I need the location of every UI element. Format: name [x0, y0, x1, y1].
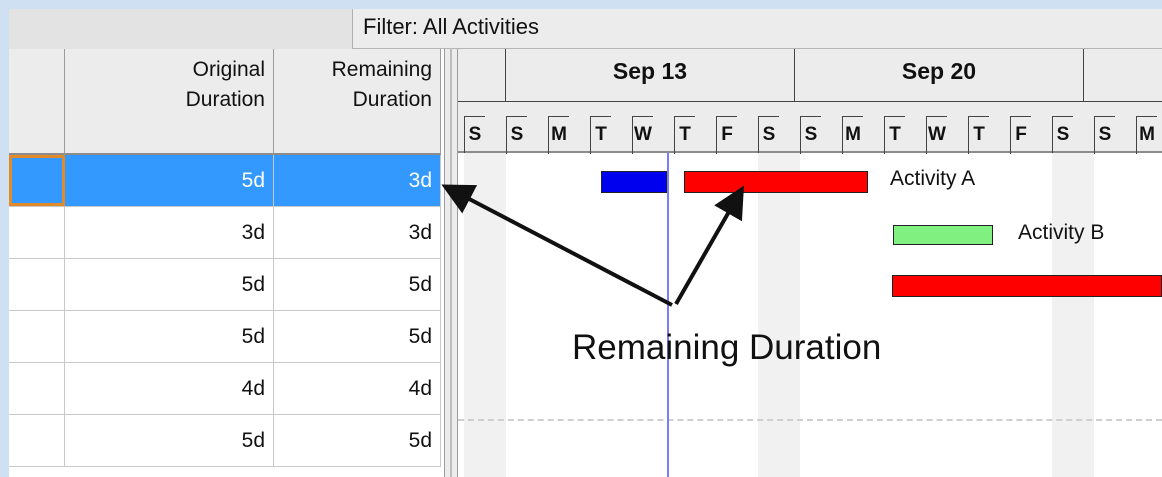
- column-header-original-line2: Duration: [185, 88, 265, 111]
- day-label: S: [464, 116, 485, 154]
- timescale-week-partial: [458, 49, 506, 101]
- row-divider-dashed: [458, 419, 1162, 421]
- gantt-chart[interactable]: Sep 13 Sep 20 S S M T W T F S S M T W T …: [458, 49, 1162, 477]
- table-row[interactable]: 4d 4d: [9, 363, 441, 415]
- row-id-cell[interactable]: [9, 207, 65, 258]
- activity-table: Original Duration Remaining Duration 5d …: [9, 49, 444, 477]
- column-header-remaining-line2: Duration: [352, 88, 432, 111]
- filter-label[interactable]: Filter: All Activities: [363, 14, 539, 40]
- column-header-id[interactable]: [9, 49, 65, 155]
- original-duration-cell[interactable]: 5d: [65, 415, 274, 466]
- row-id-cell[interactable]: [9, 363, 65, 414]
- column-header-remaining-line1: Remaining: [331, 58, 432, 81]
- timescale-week: Sep 13: [506, 49, 795, 101]
- row-id-cell[interactable]: [9, 259, 65, 310]
- row-id-cell[interactable]: [9, 155, 65, 206]
- remaining-duration-cell[interactable]: 5d: [274, 415, 441, 466]
- day-label: M: [548, 116, 569, 154]
- remaining-duration-cell[interactable]: 5d: [274, 311, 441, 362]
- filter-bar-left-pane: [9, 9, 353, 49]
- day-label: W: [632, 116, 653, 154]
- day-label: S: [1094, 116, 1115, 154]
- original-duration-cell[interactable]: 5d: [65, 155, 274, 206]
- day-label: F: [716, 116, 737, 154]
- day-label: W: [926, 116, 947, 154]
- day-label: S: [758, 116, 779, 154]
- table-row[interactable]: 5d 3d: [9, 155, 441, 207]
- original-duration-cell[interactable]: 5d: [65, 259, 274, 310]
- row-id-cell[interactable]: [9, 311, 65, 362]
- original-duration-cell[interactable]: 4d: [65, 363, 274, 414]
- remaining-duration-cell[interactable]: 3d: [274, 207, 441, 258]
- day-label: T: [968, 116, 989, 154]
- day-label: T: [674, 116, 695, 154]
- day-label: S: [506, 116, 527, 154]
- activity-b-bar[interactable]: [893, 225, 993, 245]
- original-duration-cell[interactable]: 5d: [65, 311, 274, 362]
- activity-c-bar[interactable]: [892, 275, 1162, 297]
- original-duration-cell[interactable]: 3d: [65, 207, 274, 258]
- timescale-header: Sep 13 Sep 20 S S M T W T F S S M T W T …: [458, 49, 1162, 154]
- day-label: T: [884, 116, 905, 154]
- weekend-shading: [464, 153, 506, 477]
- day-label: T: [590, 116, 611, 154]
- column-header-original-duration[interactable]: Original Duration: [65, 49, 274, 155]
- table-row[interactable]: 5d 5d: [9, 415, 441, 467]
- day-label: M: [842, 116, 863, 154]
- remaining-duration-cell[interactable]: 4d: [274, 363, 441, 414]
- weekend-shading: [758, 153, 800, 477]
- day-label: S: [1052, 116, 1073, 154]
- timescale-week-partial: [1084, 49, 1162, 101]
- day-label: F: [1010, 116, 1031, 154]
- column-header-remaining-duration[interactable]: Remaining Duration: [274, 49, 441, 155]
- activity-a-actual-bar[interactable]: [601, 171, 667, 193]
- timescale-days: S S M T W T F S S M T W T F S S M: [458, 101, 1162, 154]
- day-label: S: [800, 116, 821, 154]
- table-row[interactable]: 5d 5d: [9, 311, 441, 363]
- table-row[interactable]: 5d 5d: [9, 259, 441, 311]
- column-header-original-line1: Original: [192, 58, 265, 81]
- remaining-duration-cell[interactable]: 3d: [274, 155, 441, 206]
- remaining-duration-cell[interactable]: 5d: [274, 259, 441, 310]
- table-row[interactable]: 3d 3d: [9, 207, 441, 259]
- callout-label: Remaining Duration: [572, 328, 882, 367]
- filter-bar: Filter: All Activities: [9, 9, 1162, 49]
- timescale-week: Sep 20: [795, 49, 1084, 101]
- pane-splitter[interactable]: [444, 49, 458, 477]
- day-label: M: [1136, 116, 1157, 154]
- activity-a-remaining-bar[interactable]: [684, 171, 868, 193]
- data-date-line: [667, 153, 669, 477]
- row-id-cell[interactable]: [9, 415, 65, 466]
- activity-b-label: Activity B: [1018, 221, 1105, 244]
- activity-a-label: Activity A: [890, 167, 976, 190]
- weekend-shading: [1052, 153, 1094, 477]
